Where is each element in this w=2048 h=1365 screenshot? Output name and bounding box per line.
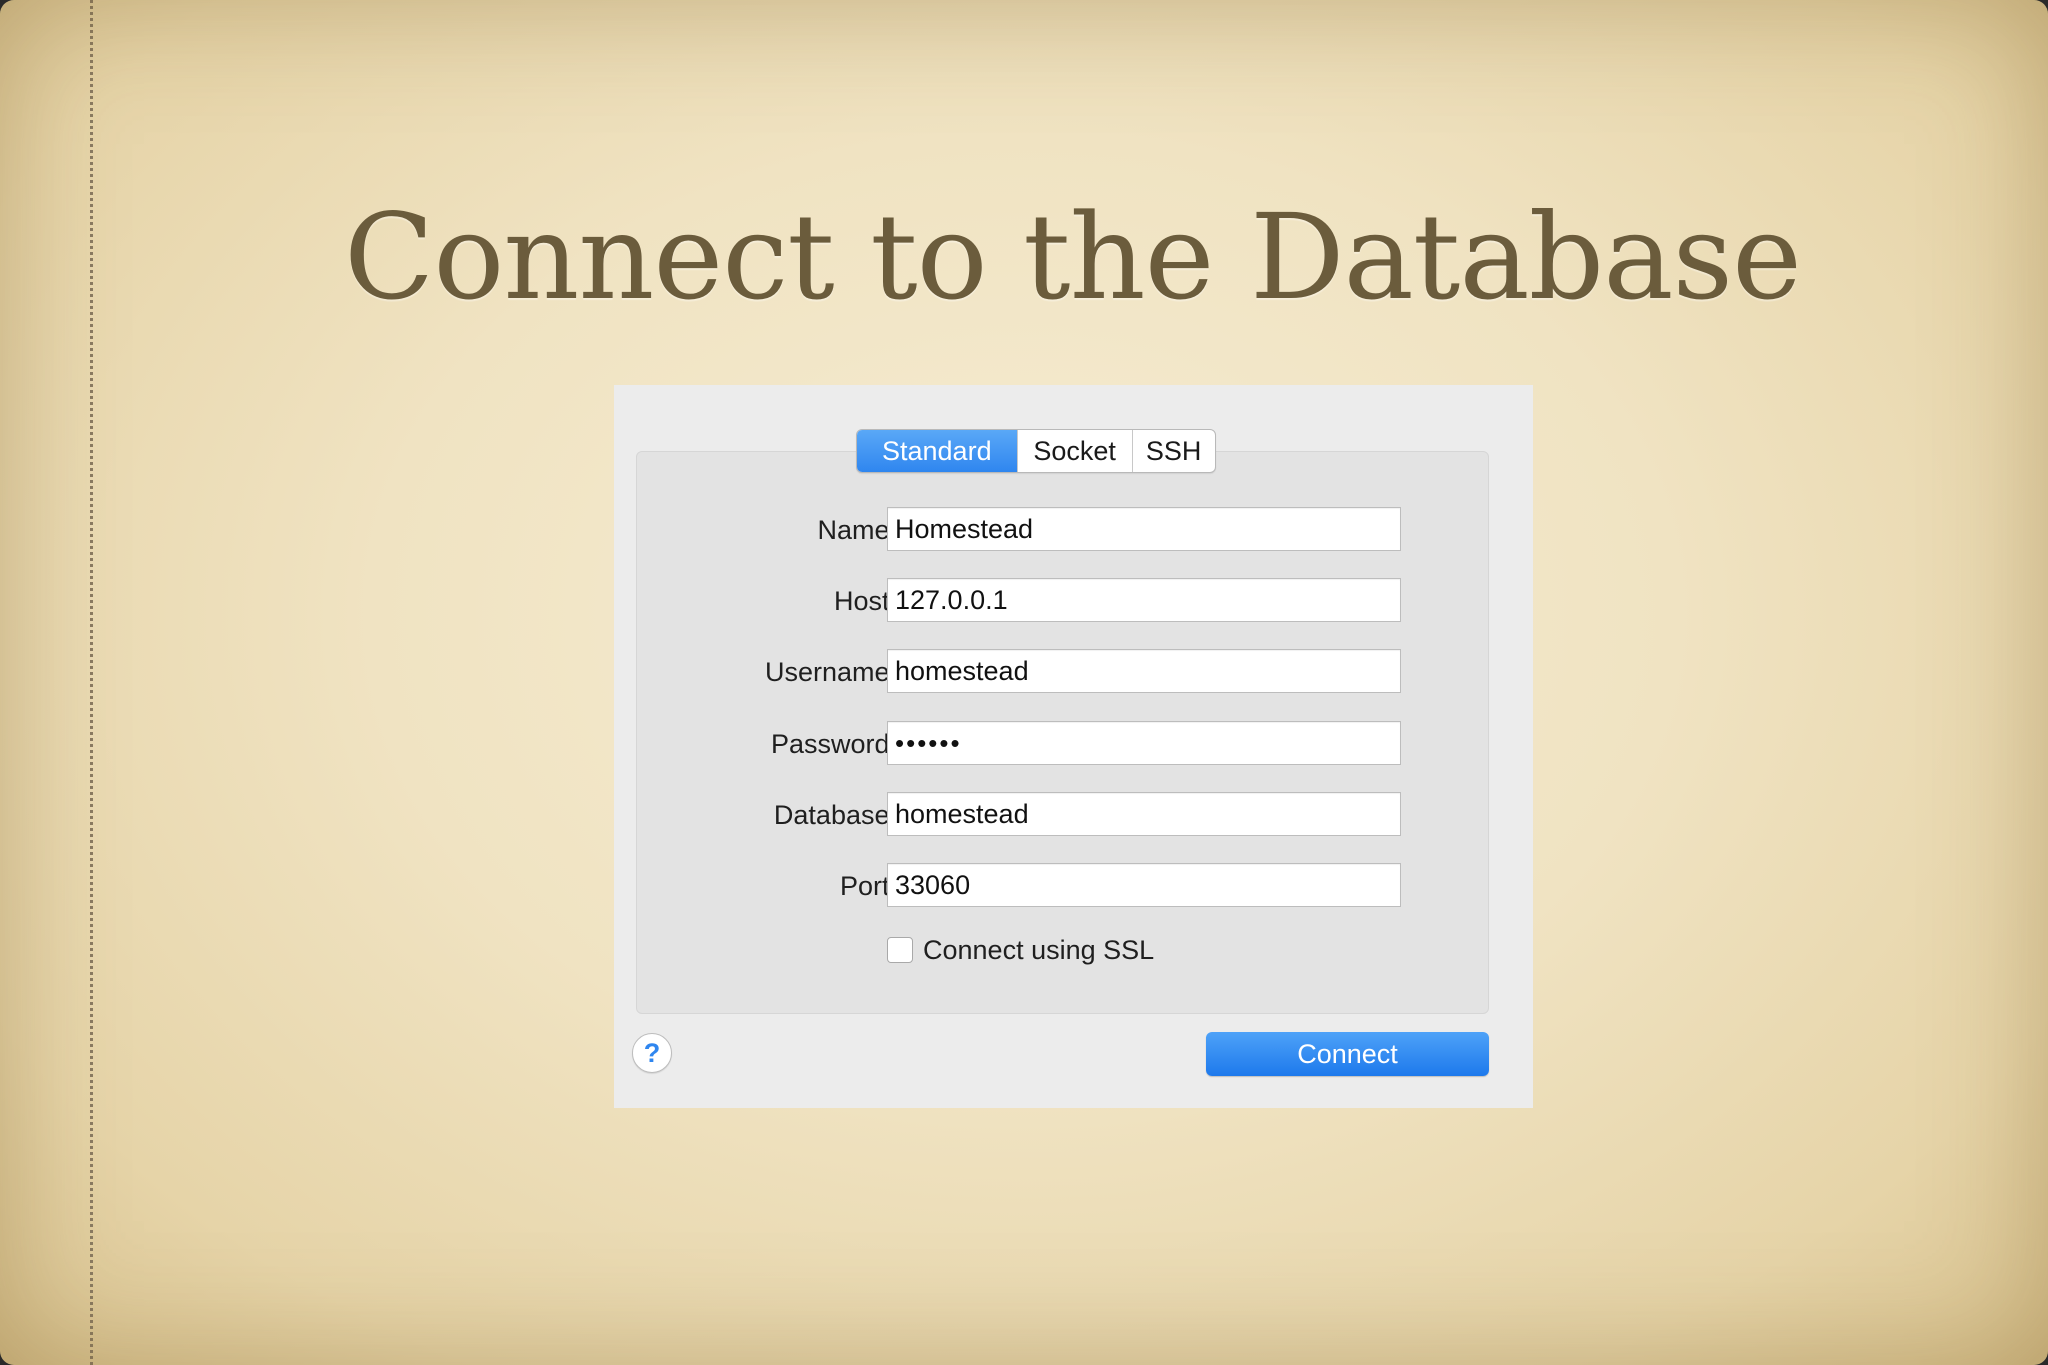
- connect-button[interactable]: Connect: [1206, 1032, 1489, 1076]
- help-button[interactable]: ?: [632, 1033, 672, 1073]
- tab-socket[interactable]: Socket: [1016, 430, 1132, 472]
- username-label: Username:: [764, 657, 897, 687]
- port-input[interactable]: [887, 863, 1401, 907]
- username-input[interactable]: [887, 649, 1401, 693]
- host-input[interactable]: [887, 578, 1401, 622]
- host-row: Host:: [614, 578, 1533, 624]
- ssl-label: Connect using SSL: [923, 935, 1155, 965]
- database-label: Database:: [773, 800, 897, 830]
- password-input[interactable]: [887, 721, 1401, 765]
- tab-standard[interactable]: Standard: [857, 430, 1017, 472]
- name-label: Name:: [817, 515, 897, 545]
- ssl-checkbox[interactable]: [887, 937, 913, 963]
- slide: Connect to the Database Standard Socket …: [0, 0, 2048, 1365]
- name-row: Name:: [614, 507, 1533, 553]
- name-input[interactable]: [887, 507, 1401, 551]
- slide-title: Connect to the Database: [344, 188, 1802, 326]
- database-row: Database:: [614, 792, 1533, 838]
- connection-type-tabs: Standard Socket SSH: [856, 429, 1216, 473]
- password-row: Password:: [614, 721, 1533, 767]
- tab-ssh[interactable]: SSH: [1131, 430, 1215, 472]
- port-row: Port:: [614, 863, 1533, 909]
- password-label: Password:: [770, 729, 897, 759]
- connection-dialog: Standard Socket SSH Name: Host: Username…: [614, 385, 1533, 1108]
- database-input[interactable]: [887, 792, 1401, 836]
- question-mark-icon: ?: [643, 1038, 661, 1068]
- username-row: Username:: [614, 649, 1533, 695]
- ssl-option[interactable]: Connect using SSL: [887, 933, 1154, 967]
